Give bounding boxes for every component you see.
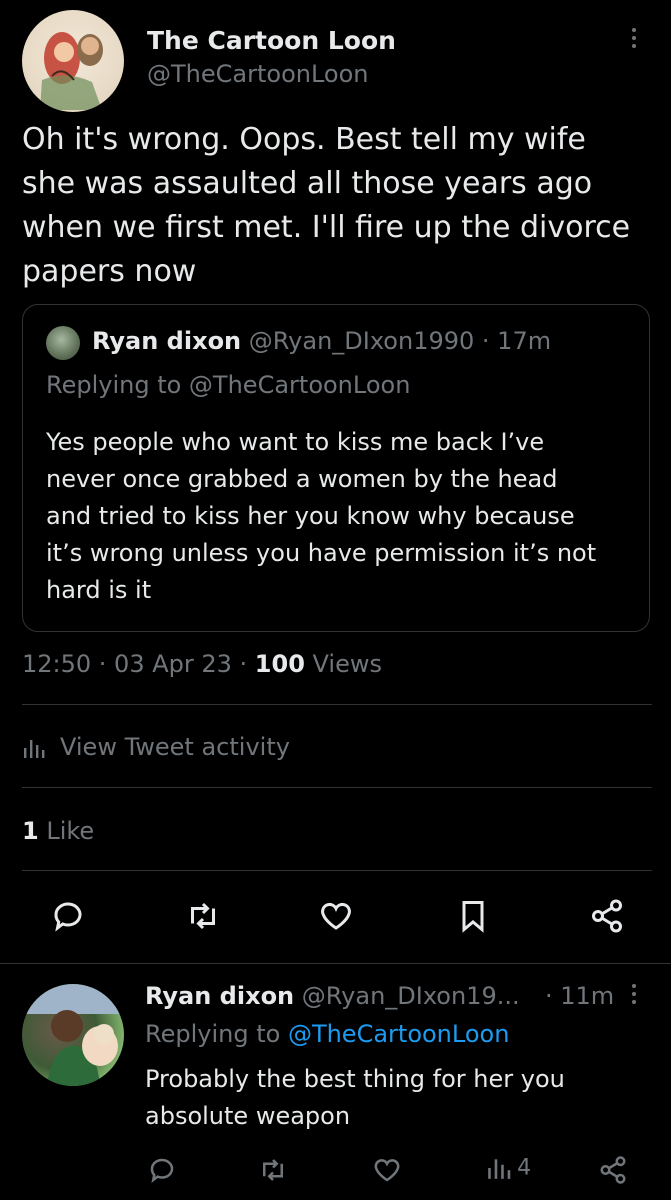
quoted-text-line: and tried to kiss her you know why becau… [46,502,575,530]
author-avatar[interactable] [22,10,124,112]
tweet-text-line: when we first met. I'll fire up the divo… [22,210,631,245]
reply-views[interactable]: 4 [486,1155,531,1181]
section-divider [0,963,671,964]
author-name[interactable]: The Cartoon Loon [147,26,396,55]
quoted-text-line: never once grabbed a women by the head [46,465,558,493]
more-icon[interactable] [632,28,636,52]
reply-replying-to: Replying to @TheCartoonLoon [145,1020,509,1048]
quoted-author-name: Ryan dixon [92,327,242,355]
share-icon[interactable] [598,1155,628,1185]
divider [22,704,652,705]
retweet-icon[interactable] [258,1155,288,1185]
heart-icon[interactable] [318,898,354,934]
quoted-time: · 17m [474,327,552,355]
views-label: Views [304,650,382,678]
analytics-icon [22,736,46,760]
analytics-icon [486,1155,512,1181]
more-icon[interactable] [632,984,636,1008]
reply-text: Probably the best thing for her you abso… [145,1061,565,1135]
quoted-author-handle: @Ryan_DIxon1990 [248,327,475,355]
tweet-text-line: Oh it's wrong. Oops. Best tell my wife [22,122,586,157]
tweet-text: Oh it's wrong. Oops. Best tell my wife s… [22,118,630,294]
author-handle[interactable]: @TheCartoonLoon [147,60,368,88]
reply-icon[interactable] [147,1155,177,1185]
replying-prefix: Replying to [145,1020,288,1048]
likes-count: 1 [22,817,39,845]
replying-handle-link[interactable]: @TheCartoonLoon [288,1020,509,1048]
quoted-text-line: it’s wrong unless you have permission it… [46,539,597,567]
reply-author-name[interactable]: Ryan dixon [145,982,294,1010]
tweet-text-line: papers now [22,254,197,289]
reply-views-count: 4 [517,1155,532,1181]
quoted-text-line: hard is it [46,576,152,604]
divider [22,787,652,788]
reply-time: · 11m [545,982,615,1010]
likes-stat[interactable]: 1 Like [22,817,94,845]
quoted-text-line: Yes people who want to kiss me back I’ve [46,428,545,456]
reply-author-handle[interactable]: @Ryan_DIxon19... [302,982,520,1010]
retweet-icon[interactable] [185,898,221,934]
tweet-meta: 12:50 · 03 Apr 23 · 100 Views [22,650,382,678]
tweet-text-line: she was assaulted all those years ago [22,166,593,201]
quoted-text: Yes people who want to kiss me back I’ve… [46,424,596,609]
likes-label: Like [38,817,95,845]
view-tweet-activity-link[interactable]: View Tweet activity [60,733,290,761]
tweet-timestamp[interactable]: 12:50 · 03 Apr 23 · [22,650,255,678]
divider [22,870,652,871]
bookmark-icon[interactable] [455,898,491,934]
reply-text-line: Probably the best thing for her you [145,1065,565,1093]
quoted-replying-to: Replying to @TheCartoonLoon [46,371,411,399]
reply-header: Ryan dixon @Ryan_DIxon19... [145,982,520,1010]
reply-icon[interactable] [50,898,86,934]
reply-author-avatar[interactable] [22,984,124,1086]
share-icon[interactable] [589,898,625,934]
heart-icon[interactable] [372,1155,402,1185]
reply-text-line: absolute weapon [145,1102,351,1130]
quoted-header: Ryan dixon @Ryan_DIxon1990 · 17m [92,327,551,355]
quoted-author-avatar [46,326,80,360]
views-count: 100 [254,650,305,678]
